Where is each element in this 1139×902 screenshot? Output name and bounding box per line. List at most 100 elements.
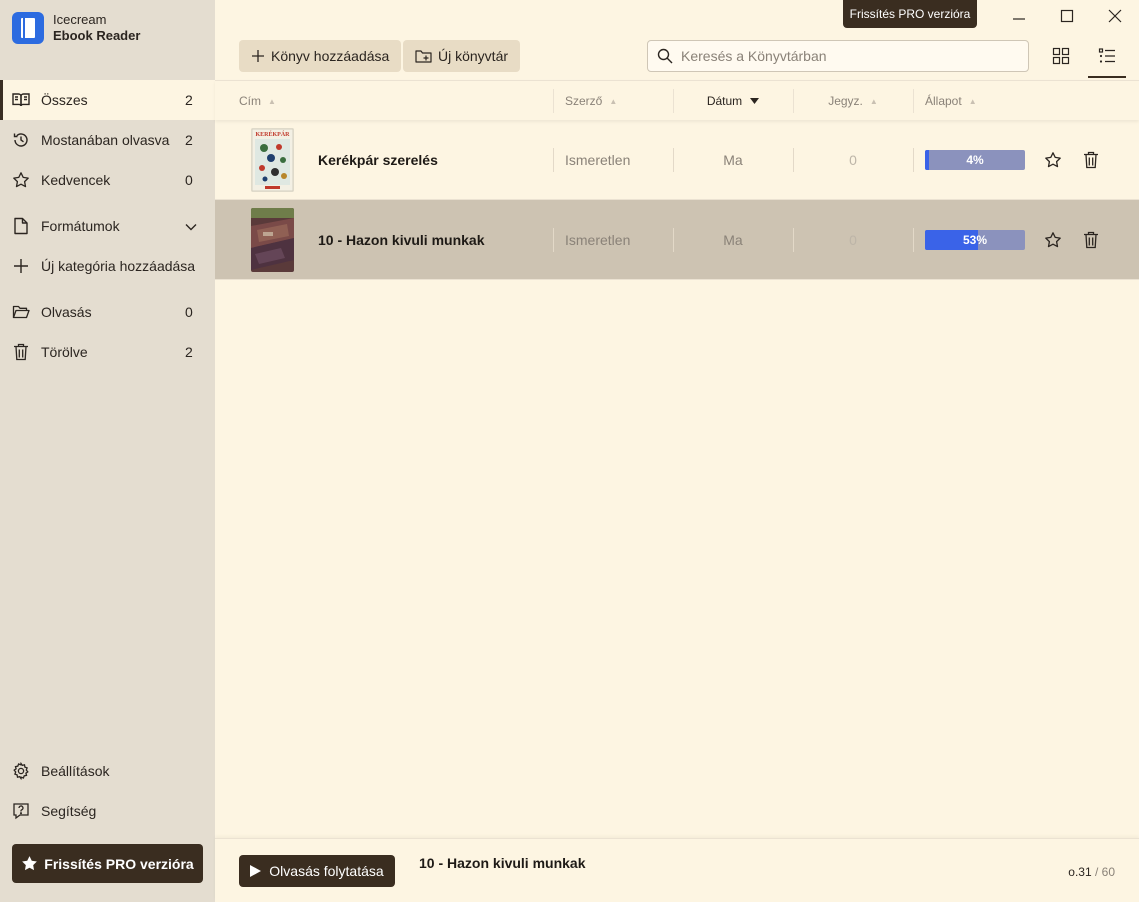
close-icon (1108, 9, 1122, 23)
book-date: Ma (723, 152, 743, 168)
book-author: Ismeretlen (565, 152, 631, 168)
reading-progress-bar: 4% (925, 150, 1025, 170)
delete-button[interactable] (1079, 148, 1103, 172)
page-total: / 60 (1091, 865, 1115, 879)
column-divider (553, 89, 554, 113)
book-title[interactable]: 10 - Hazon kivuli munkak (318, 200, 485, 280)
progress-text: 4% (966, 153, 984, 167)
table-row[interactable]: KERÉKPÁR Kerékpár szerelés Ismeretlen Ma… (215, 120, 1139, 200)
list-view-icon (1098, 48, 1115, 63)
sort-arrow-icon: ▲ (968, 96, 977, 106)
list-view-button[interactable] (1091, 40, 1123, 72)
sidebar-item-recent[interactable]: Mostanában olvasva 2 (0, 120, 215, 160)
trash-icon (1084, 151, 1098, 169)
column-header-author[interactable]: Szerző ▲ (565, 81, 675, 121)
add-book-button[interactable]: Könyv hozzáadása (239, 40, 402, 72)
column-header-status[interactable]: Állapot ▲ (925, 81, 1045, 121)
column-header-title[interactable]: Cím ▲ (239, 81, 539, 121)
search-box[interactable] (647, 40, 1029, 72)
maximize-button[interactable] (1056, 5, 1078, 27)
column-header-label: Jegyz. (828, 94, 863, 108)
table-row[interactable]: 10 - Hazon kivuli munkak Ismeretlen Ma 0… (215, 200, 1139, 280)
sidebar-item-label: Összes (41, 92, 88, 108)
sidebar-item-label: Törölve (41, 344, 88, 360)
sidebar-item-label: Új kategória hozzáadása (41, 258, 196, 274)
sidebar-item-help[interactable]: Segítség (0, 791, 215, 831)
sort-arrow-icon: ▲ (609, 96, 618, 106)
app-logo-icon (12, 12, 44, 44)
new-library-button[interactable]: Új könyvtár (403, 40, 521, 72)
favorite-button[interactable] (1041, 228, 1065, 252)
trash-icon (1084, 231, 1098, 249)
close-button[interactable] (1104, 5, 1126, 27)
book-title[interactable]: Kerékpár szerelés (318, 120, 438, 200)
column-header-label: Dátum (706, 94, 743, 108)
reading-progress-bar: 53% (925, 230, 1025, 250)
search-input[interactable] (681, 48, 1001, 64)
maximize-icon (1060, 9, 1074, 23)
sidebar-item-label: Mostanában olvasva (41, 132, 170, 148)
column-divider (913, 148, 914, 172)
book-author: Ismeretlen (565, 232, 631, 248)
upgrade-pro-button[interactable]: Frissítés PRO verzióra (12, 844, 203, 883)
delete-button[interactable] (1079, 228, 1103, 252)
folder-plus-icon (415, 49, 432, 63)
sidebar-item-count: 2 (185, 344, 193, 360)
search-icon (657, 48, 673, 64)
favorite-button[interactable] (1041, 148, 1065, 172)
help-icon (12, 802, 30, 820)
book-cover: KERÉKPÁR (251, 128, 294, 192)
cover-title-text: KERÉKPÁR (255, 130, 290, 138)
star-filled-icon (22, 856, 38, 871)
grid-view-button[interactable] (1045, 40, 1077, 72)
current-book-title: 10 - Hazon kivuli munkak (419, 855, 586, 871)
upgrade-pro-tooltip[interactable]: Frissítés PRO verzióra (843, 0, 977, 28)
sidebar-item-label: Beállítások (41, 763, 110, 779)
sidebar-item-formats[interactable]: Formátumok (0, 206, 215, 246)
progress-text: 53% (962, 233, 988, 247)
sort-arrow-icon: ▲ (268, 96, 276, 106)
book-notes-count: 0 (849, 152, 857, 168)
sort-down-icon (750, 98, 760, 104)
sidebar-item-label: Olvasás (41, 304, 92, 320)
sidebar-item-label: Segítség (41, 803, 97, 819)
sidebar-item-favorites[interactable]: Kedvencek 0 (0, 160, 215, 200)
minimize-icon (1013, 18, 1025, 20)
minimize-button[interactable] (1008, 5, 1030, 27)
sidebar-item-add-category[interactable]: Új kategória hozzáadása (0, 246, 215, 286)
chevron-down-icon (185, 218, 215, 234)
column-divider (553, 228, 554, 252)
column-divider (553, 148, 554, 172)
sidebar-item-reading[interactable]: Olvasás 0 (0, 292, 215, 332)
sidebar-item-all[interactable]: Összes 2 (0, 80, 215, 120)
page-current: o.31 (1068, 865, 1092, 879)
column-header-label: Szerző (565, 94, 603, 108)
sidebar-item-label: Kedvencek (41, 172, 111, 188)
column-header-notes[interactable]: Jegyz. ▲ (793, 81, 913, 121)
column-header-label: Állapot (925, 94, 962, 108)
file-icon (12, 217, 30, 235)
column-divider (913, 228, 914, 252)
app-name-line2: Ebook Reader (53, 28, 141, 43)
sidebar-item-count: 2 (185, 132, 193, 148)
book-date: Ma (723, 232, 743, 248)
continue-reading-label: Olvasás folytatása (269, 863, 384, 879)
reading-footer: Olvasás folytatása 10 - Hazon kivuli mun… (215, 838, 1139, 902)
plus-icon (252, 50, 264, 62)
column-header-date[interactable]: Dátum (673, 81, 793, 121)
history-icon (12, 131, 30, 149)
column-header-label: Cím (239, 94, 261, 108)
continue-reading-button[interactable]: Olvasás folytatása (239, 855, 395, 887)
table-header: Cím ▲ Szerző ▲ Dátum Jegyz. ▲ Állapot ▲ (215, 80, 1139, 120)
sidebar-item-settings[interactable]: Beállítások (0, 751, 215, 791)
play-icon (250, 865, 262, 877)
column-divider (913, 89, 914, 113)
upgrade-pro-label: Frissítés PRO verzióra (44, 855, 194, 872)
sidebar: Icecream Ebook Reader Összes 2 Mostanába… (0, 0, 215, 902)
star-icon (1045, 232, 1061, 248)
trash-icon (12, 343, 30, 361)
sidebar-item-label: Formátumok (41, 218, 120, 234)
sidebar-item-count: 2 (185, 92, 193, 108)
sidebar-item-count: 0 (185, 172, 193, 188)
sidebar-item-deleted[interactable]: Törölve 2 (0, 332, 215, 372)
